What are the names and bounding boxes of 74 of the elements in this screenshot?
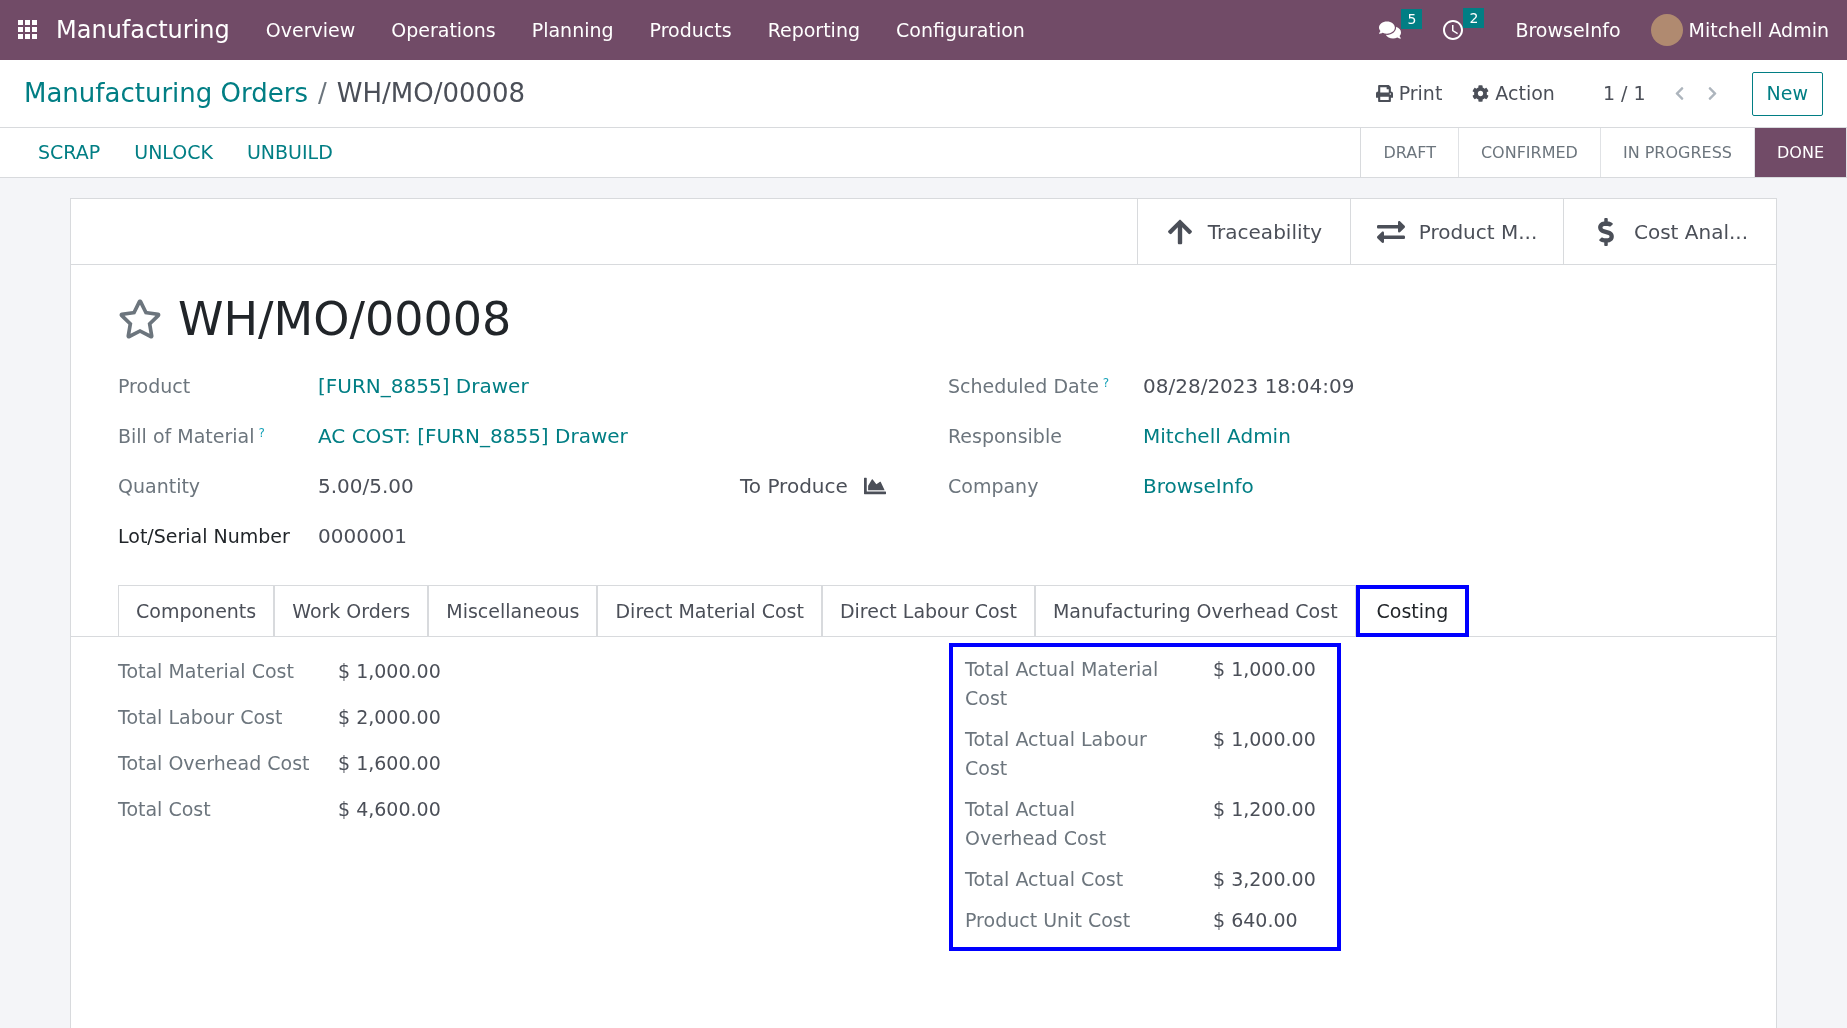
arrow-up-icon xyxy=(1165,217,1194,246)
gear-icon xyxy=(1472,85,1490,102)
star-icon[interactable] xyxy=(118,297,162,341)
action-button[interactable]: Action xyxy=(1464,79,1563,108)
smart-button[interactable]: Traceability xyxy=(1137,199,1350,264)
chart-icon[interactable] xyxy=(863,475,886,497)
field-label: Bill of Material $^{?}$ xyxy=(118,423,266,449)
field-value: 08/28/2023 18:04:09 xyxy=(1143,373,1355,400)
field-link[interactable]: BrowseInfo xyxy=(1143,471,1254,501)
breadcrumb-link[interactable]: Manufacturing Orders xyxy=(24,74,308,113)
cost-value: $ 1,000.00 xyxy=(1213,657,1316,682)
field-link[interactable]: AC COST: [FURN_8855] Drawer xyxy=(318,421,628,451)
cost-label: Total Labour Cost xyxy=(118,705,284,730)
breadcrumb-current: WH/MO/00008 xyxy=(336,77,526,110)
printer-icon xyxy=(1375,85,1393,102)
notebook-tab[interactable]: Components xyxy=(118,585,275,637)
field-link[interactable]: [FURN_8855] Drawer xyxy=(318,371,529,401)
app-name[interactable]: Manufacturing xyxy=(56,12,230,48)
notebook-tab[interactable]: Costing xyxy=(1355,585,1470,637)
cost-value: $ 3,200.00 xyxy=(1213,867,1316,892)
action-bar-button[interactable]: SCRAP xyxy=(26,138,113,167)
nav-menu-item[interactable]: Configuration xyxy=(878,15,1043,45)
field-label: Product xyxy=(118,373,192,399)
nav-menu-item[interactable]: Planning xyxy=(513,15,632,45)
field-value: 0000001 xyxy=(318,523,408,550)
notebook-tab[interactable]: Miscellaneous xyxy=(428,585,598,637)
field-label: Scheduled Date $^{?}$ xyxy=(948,373,1111,399)
cost-value: $ 640.00 xyxy=(1213,908,1298,933)
notebook-tab[interactable]: Manufacturing Overhead Cost xyxy=(1034,585,1356,637)
pager-value: 1 / 1 xyxy=(1602,81,1646,107)
notification-badge: 2 xyxy=(1463,8,1485,28)
cost-value: $ 1,600.00 xyxy=(338,751,441,776)
nav-menu-item[interactable]: Operations xyxy=(373,15,514,45)
company-name[interactable]: BrowseInfo xyxy=(1515,15,1621,45)
nav-menu-item[interactable]: Reporting xyxy=(749,15,878,45)
nav-menu-item[interactable]: Products xyxy=(631,15,750,45)
action-bar-button[interactable]: UNLOCK xyxy=(122,138,225,167)
smart-button[interactable]: Product M... xyxy=(1350,199,1563,264)
field-label: Quantity xyxy=(118,473,202,499)
notebook-tab[interactable]: Direct Material Cost xyxy=(597,585,822,637)
clock-icon[interactable] xyxy=(1441,18,1466,42)
cost-label: Total Actual Material Cost xyxy=(965,657,1160,711)
record-title: WH/MO/00008 xyxy=(178,291,512,347)
cost-label: Total Actual Labour Cost xyxy=(965,727,1148,781)
cost-value: $ 1,000.00 xyxy=(338,659,441,684)
cost-value: $ 4,600.00 xyxy=(338,797,441,822)
cost-label: Total Actual Overhead Cost xyxy=(965,797,1108,851)
smart-button[interactable]: Cost Anal... xyxy=(1563,199,1776,264)
new-button[interactable]: New xyxy=(1751,71,1823,116)
apps-grid-icon[interactable] xyxy=(18,20,38,40)
field-label: Lot/Serial Number xyxy=(118,523,291,549)
cost-value: $ 1,000.00 xyxy=(1213,727,1316,752)
field-label: Company xyxy=(948,473,1040,499)
user-name[interactable]: Mitchell Admin xyxy=(1688,15,1829,45)
notification-badge: 5 xyxy=(1401,9,1423,29)
cost-label: Product Unit Cost xyxy=(965,908,1132,933)
field-label: Responsible xyxy=(948,423,1063,449)
cost-value: $ 2,000.00 xyxy=(338,705,441,730)
print-button[interactable]: Print xyxy=(1367,79,1451,108)
field-label: To Produce xyxy=(740,473,848,500)
breadcrumb-separator: / xyxy=(317,77,327,110)
field-value: 5.00/5.00 xyxy=(318,473,415,500)
cost-label: Total Material Cost xyxy=(118,659,295,684)
notebook-tab[interactable]: Work Orders xyxy=(274,585,429,637)
cost-value: $ 1,200.00 xyxy=(1213,797,1316,822)
notebook-tab[interactable]: Direct Labour Cost xyxy=(821,585,1035,637)
cost-label: Total Overhead Cost xyxy=(118,751,311,776)
cost-label: Total Actual Cost xyxy=(965,867,1125,892)
action-bar-button[interactable]: UNBUILD xyxy=(234,138,345,167)
status-stage[interactable]: DONE xyxy=(1755,128,1847,177)
chat-icon[interactable] xyxy=(1379,19,1402,41)
field-link[interactable]: Mitchell Admin xyxy=(1143,421,1291,451)
cost-label: Total Cost xyxy=(118,797,212,822)
nav-menu-item[interactable]: Overview xyxy=(247,15,374,45)
